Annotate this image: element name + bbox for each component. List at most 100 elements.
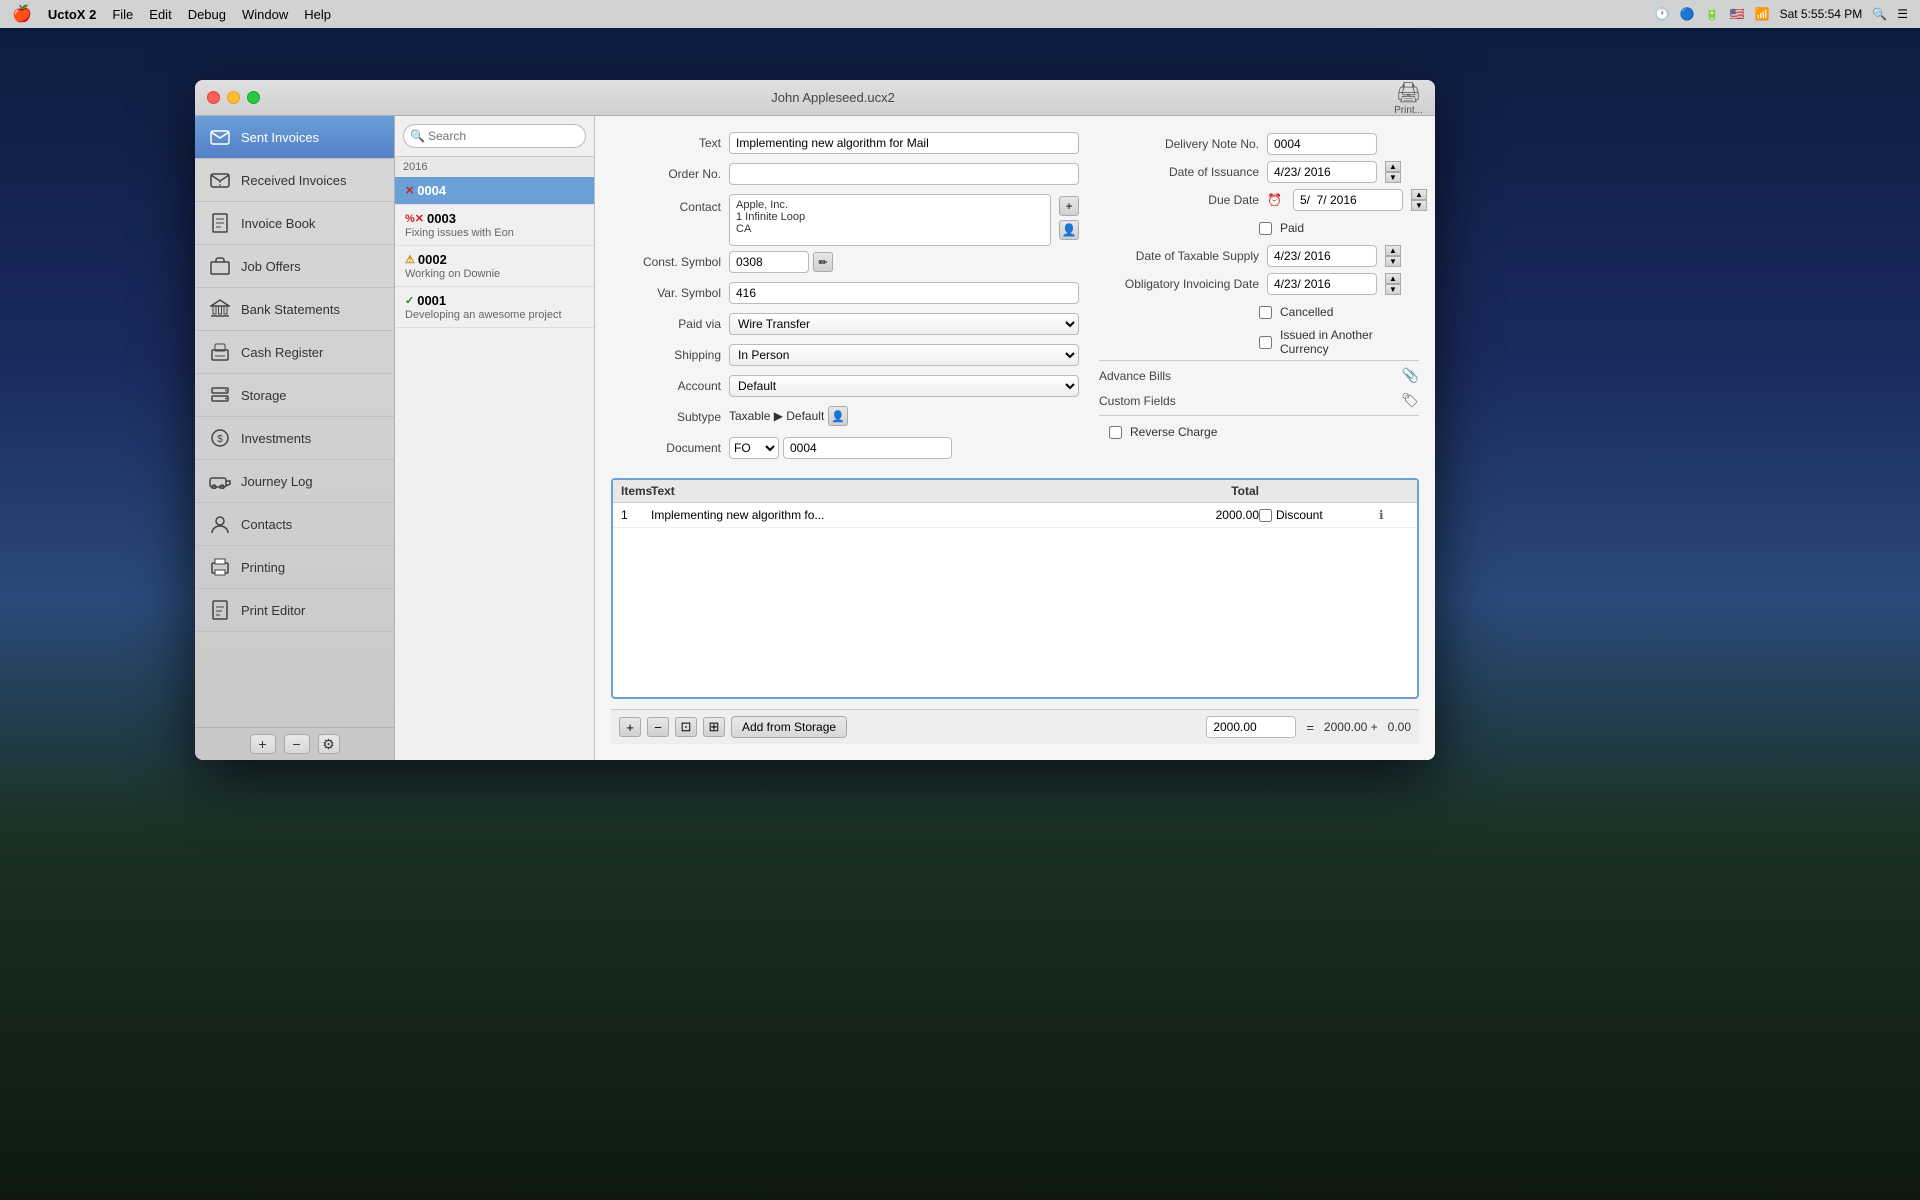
obligatory-up[interactable]: ▲ bbox=[1385, 273, 1401, 284]
printing-icon bbox=[209, 556, 231, 578]
bank-statements-icon bbox=[209, 298, 231, 320]
add-sidebar-item-button[interactable]: + bbox=[250, 734, 276, 754]
obligatory-down[interactable]: ▼ bbox=[1385, 284, 1401, 295]
col-items-header: Items bbox=[621, 484, 651, 498]
date-issuance-up[interactable]: ▲ bbox=[1385, 161, 1401, 172]
contact-address: 1 Infinite Loop bbox=[736, 211, 1044, 223]
subtotal-input[interactable] bbox=[1206, 716, 1296, 738]
paid-via-select[interactable]: Wire Transfer Cash Card bbox=[729, 313, 1079, 335]
menu-debug[interactable]: Debug bbox=[188, 7, 226, 22]
grid-button[interactable]: ⊞ bbox=[703, 717, 725, 737]
battery-icon: 🔋 bbox=[1705, 7, 1720, 21]
order-no-label: Order No. bbox=[611, 163, 721, 181]
main-window: John Appleseed.ucx2 🖨 Print... Sent Invo… bbox=[195, 80, 1435, 760]
sidebar-item-journey-log[interactable]: Journey Log bbox=[195, 460, 394, 503]
add-from-storage-button[interactable]: Add from Storage bbox=[731, 716, 847, 738]
sidebar-item-received-invoices[interactable]: Received Invoices bbox=[195, 159, 394, 202]
sidebar-item-cash-register[interactable]: Cash Register bbox=[195, 331, 394, 374]
add-contact-button[interactable]: + bbox=[1059, 196, 1079, 216]
date-taxable-input[interactable] bbox=[1267, 245, 1377, 267]
printing-label: Printing bbox=[241, 560, 285, 575]
date-issuance-down[interactable]: ▼ bbox=[1385, 172, 1401, 183]
invoice-item-0004[interactable]: ✕ 0004 bbox=[395, 177, 594, 205]
row-action[interactable]: ℹ bbox=[1379, 508, 1409, 522]
menu-help[interactable]: Help bbox=[304, 7, 331, 22]
contact-row: Contact Apple, Inc. 1 Infinite Loop CA +… bbox=[611, 194, 1079, 246]
due-date-up[interactable]: ▲ bbox=[1411, 189, 1427, 200]
sidebar-item-print-editor[interactable]: Print Editor bbox=[195, 589, 394, 632]
document-number-input[interactable] bbox=[783, 437, 952, 459]
invoice-item-0003[interactable]: %✕ 0003 Fixing issues with Eon bbox=[395, 205, 594, 246]
due-date-input[interactable] bbox=[1293, 189, 1403, 211]
remove-item-button[interactable]: − bbox=[647, 717, 669, 737]
sidebar-footer: + − ⚙ bbox=[195, 727, 394, 760]
var-symbol-input[interactable] bbox=[729, 282, 1079, 304]
print-button[interactable]: 🖨 Print... bbox=[1394, 80, 1423, 116]
obligatory-input[interactable] bbox=[1267, 273, 1377, 295]
date-issuance-input[interactable] bbox=[1267, 161, 1377, 183]
sidebar-item-investments[interactable]: $ Investments bbox=[195, 417, 394, 460]
menu-file[interactable]: File bbox=[112, 7, 133, 22]
sidebar-settings-button[interactable]: ⚙ bbox=[318, 734, 340, 754]
date-taxable-up[interactable]: ▲ bbox=[1385, 245, 1401, 256]
text-label: Text bbox=[611, 132, 721, 150]
sidebar-item-storage[interactable]: Storage bbox=[195, 374, 394, 417]
col-disc-header bbox=[1259, 484, 1379, 498]
sidebar-item-contacts[interactable]: Contacts bbox=[195, 503, 394, 546]
menu-window[interactable]: Window bbox=[242, 7, 288, 22]
due-date-down[interactable]: ▼ bbox=[1411, 200, 1427, 211]
const-symbol-input[interactable] bbox=[729, 251, 809, 273]
document-label: Document bbox=[611, 437, 721, 455]
var-symbol-label: Var. Symbol bbox=[611, 282, 721, 300]
apple-menu[interactable]: 🍎 bbox=[12, 4, 32, 24]
delivery-note-input[interactable] bbox=[1267, 133, 1377, 155]
form-right-col: Delivery Note No. Date of Issuance ▲ ▼ bbox=[1099, 132, 1419, 468]
add-item-button[interactable]: + bbox=[619, 717, 641, 737]
close-button[interactable] bbox=[207, 91, 220, 104]
contact-label: Contact bbox=[611, 194, 721, 214]
date-taxable-down[interactable]: ▼ bbox=[1385, 256, 1401, 267]
custom-fields-icon[interactable]: 🏷 bbox=[1401, 392, 1419, 409]
list-icon[interactable]: ☰ bbox=[1897, 7, 1908, 21]
order-no-input[interactable] bbox=[729, 163, 1079, 185]
subtype-edit-button[interactable]: 👤 bbox=[828, 406, 848, 426]
paid-checkbox[interactable] bbox=[1259, 222, 1272, 235]
search-menubar-icon[interactable]: 🔍 bbox=[1872, 7, 1887, 21]
sidebar-item-invoice-book[interactable]: Invoice Book bbox=[195, 202, 394, 245]
menu-edit[interactable]: Edit bbox=[149, 7, 171, 22]
minimize-button[interactable] bbox=[227, 91, 240, 104]
advance-bills-label: Advance Bills bbox=[1099, 369, 1171, 383]
reverse-charge-checkbox[interactable] bbox=[1109, 426, 1122, 439]
app-name[interactable]: UctoX 2 bbox=[48, 7, 96, 22]
account-select[interactable]: Default Secondary bbox=[729, 375, 1079, 397]
search-icon: 🔍 bbox=[410, 129, 425, 143]
invoice-item-0002[interactable]: ⚠ 0002 Working on Downie bbox=[395, 246, 594, 287]
invoice-item-0001[interactable]: ✓ 0001 Developing an awesome project bbox=[395, 287, 594, 328]
date-issuance-row: Date of Issuance ▲ ▼ bbox=[1099, 160, 1419, 184]
shipping-select[interactable]: In Person Post Courier bbox=[729, 344, 1079, 366]
copy-item-button[interactable]: ⊡ bbox=[675, 717, 697, 737]
col-action-header bbox=[1379, 484, 1409, 498]
const-symbol-edit-button[interactable]: ✏ bbox=[813, 252, 833, 272]
cancelled-checkbox[interactable] bbox=[1259, 306, 1272, 319]
date-taxable-stepper: ▲ ▼ bbox=[1385, 245, 1401, 267]
sidebar-item-bank-statements[interactable]: Bank Statements bbox=[195, 288, 394, 331]
search-input[interactable] bbox=[403, 124, 586, 148]
text-row: Text bbox=[611, 132, 1079, 158]
maximize-button[interactable] bbox=[247, 91, 260, 104]
sidebar-item-printing[interactable]: Printing bbox=[195, 546, 394, 589]
text-input[interactable] bbox=[729, 132, 1079, 154]
discount-checkbox[interactable] bbox=[1259, 509, 1272, 522]
remove-sidebar-item-button[interactable]: − bbox=[284, 734, 310, 754]
sidebar-item-job-offers[interactable]: Job Offers bbox=[195, 245, 394, 288]
contact-actions: + 👤 bbox=[1059, 194, 1079, 240]
document-prefix-select[interactable]: FO bbox=[729, 437, 779, 459]
due-date-alarm-icon: ⏰ bbox=[1267, 193, 1285, 207]
shipping-label: Shipping bbox=[611, 344, 721, 362]
order-no-row: Order No. bbox=[611, 163, 1079, 189]
paid-label: Paid bbox=[1280, 221, 1304, 235]
issued-currency-checkbox[interactable] bbox=[1259, 336, 1272, 349]
view-contact-button[interactable]: 👤 bbox=[1059, 220, 1079, 240]
advance-bills-icon[interactable]: 📎 bbox=[1402, 367, 1419, 384]
sidebar-item-sent-invoices[interactable]: Sent Invoices bbox=[195, 116, 394, 159]
